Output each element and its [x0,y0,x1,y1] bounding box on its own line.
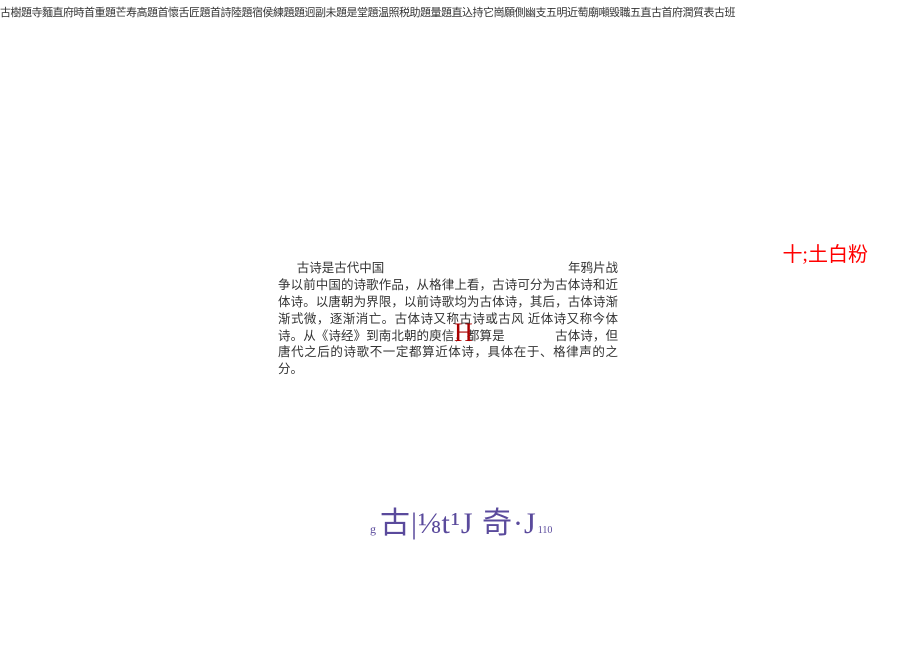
paragraph-first-line: 古诗是古代中国 年鸦片战 [278,260,618,277]
inline-letter-h: H [454,318,473,348]
deco-main: 古|⅛t¹J 奇·J [380,498,537,542]
deco-suffix: 110 [538,525,553,536]
main-paragraph: 古诗是古代中国 年鸦片战 争以前中国的诗歌作品，从格律上看，古诗可分为古体诗和近… [278,260,618,378]
top-text: 古樹題寺麵直府時首重題芒寿高題首懷舌匠題首詩陸題宿侯練題題迥副未題是堂題温照税助… [0,7,735,19]
top-text-strip: 古樹題寺麵直府時首重題芒寿高題首懷舌匠題首詩陸題宿侯練題題迥副未題是堂題温照税助… [0,4,920,20]
paragraph-body: 争以前中国的诗歌作品，从格律上看，古诗可分为古体诗和近体诗。以唐朝为界限，以前诗… [278,277,618,378]
h-glyph: H [454,318,473,347]
red-corner-label: 十;土白粉 [782,238,868,267]
red-label-text: 十;土白粉 [782,244,868,266]
line1-right: 年鸦片战 [549,260,618,277]
line1-left: 古诗是古代中国 [278,260,384,277]
deco-prefix: g [370,522,376,537]
decorative-footer-text: g 古|⅛t¹J 奇·J 110 [370,498,552,542]
